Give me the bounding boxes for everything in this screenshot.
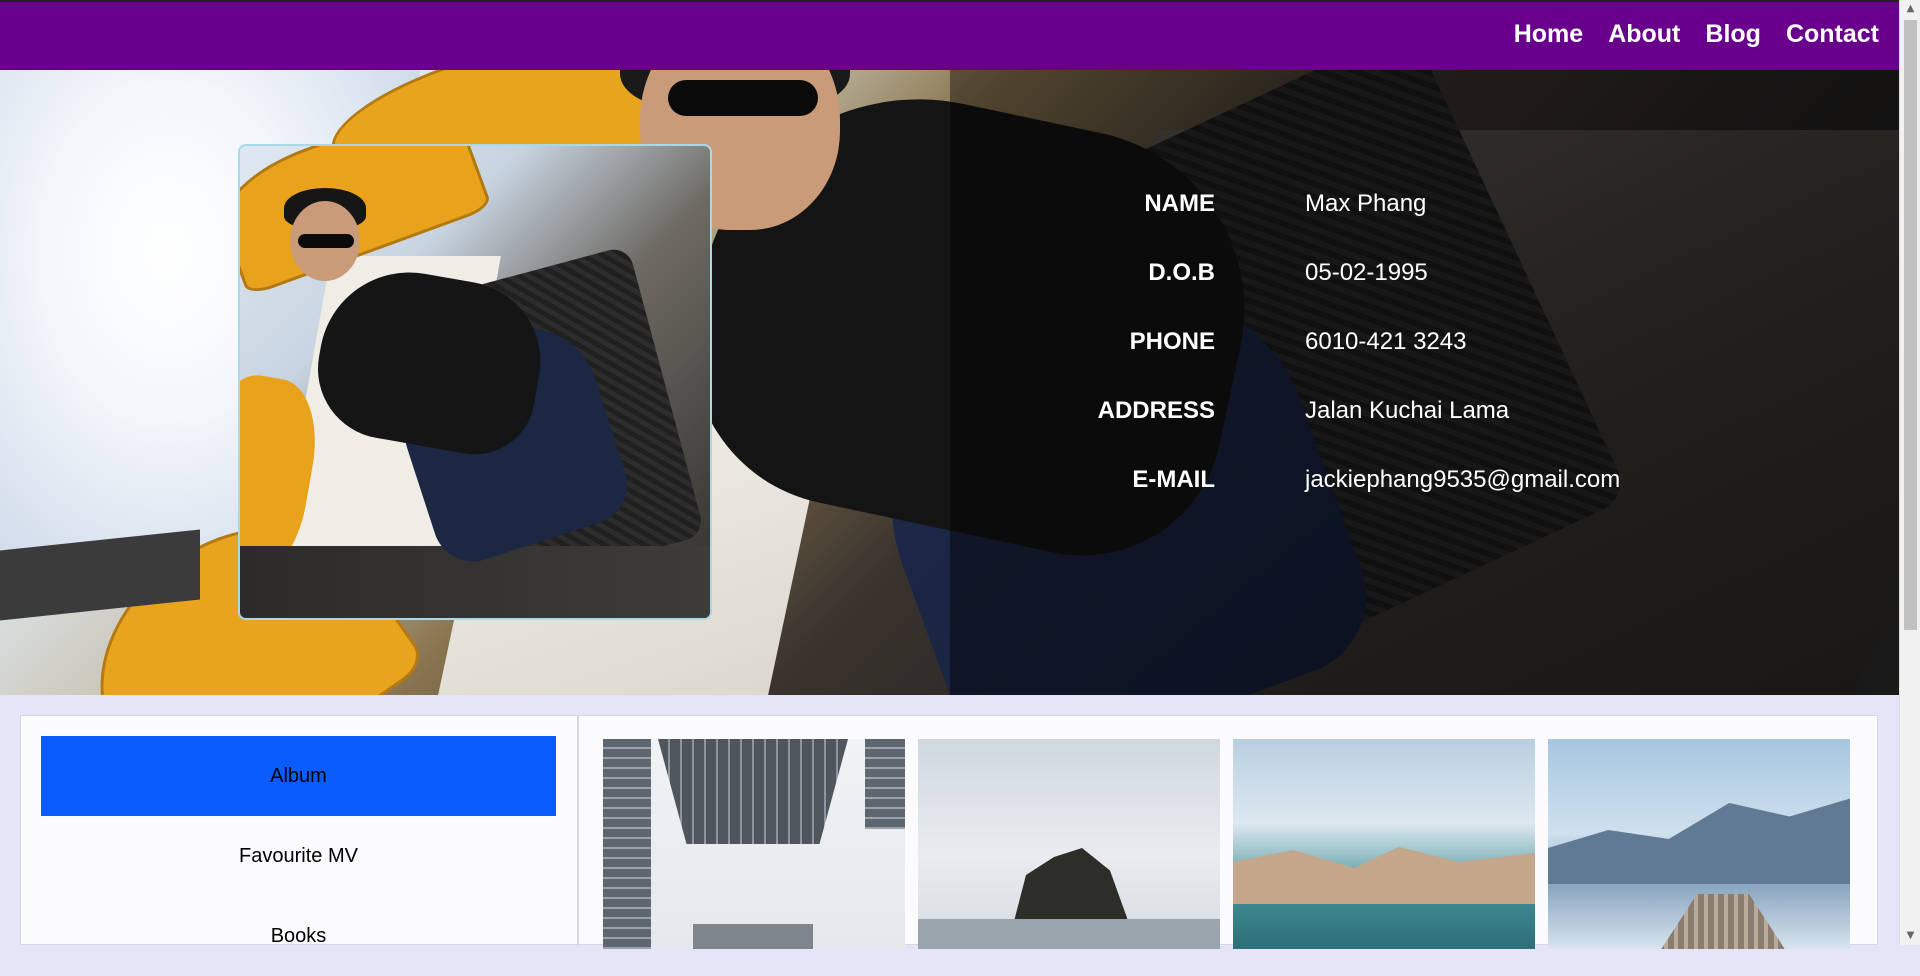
info-row-phone: PHONE 6010-421 3243 — [1000, 328, 1620, 397]
main-nav: Home About Blog Contact — [1514, 20, 1879, 49]
info-row-address: ADDRESS Jalan Kuchai Lama — [1000, 397, 1620, 466]
album-photo-cliffs[interactable] — [1233, 739, 1535, 949]
info-row-dob: D.O.B 05-02-1995 — [1000, 259, 1620, 328]
info-label: NAME — [1144, 190, 1215, 217]
sidebar-item-label: Favourite MV — [239, 844, 358, 867]
info-value: jackiephang9535@gmail.com — [1305, 466, 1621, 493]
info-row-name: NAME Max Phang — [1000, 190, 1620, 259]
content-panel: Album Favourite MV Books — [20, 715, 1878, 949]
nav-link-blog[interactable]: Blog — [1705, 20, 1761, 49]
info-label: D.O.B — [1148, 259, 1215, 286]
info-value: Jalan Kuchai Lama — [1305, 397, 1510, 424]
info-row-email: E-MAIL jackiephang9535@gmail.com — [1000, 466, 1620, 535]
scroll-down-icon[interactable]: ▼ — [1900, 927, 1920, 945]
sidebar-item-favourite-mv[interactable]: Favourite MV — [41, 816, 556, 896]
album-photo-lake[interactable] — [1548, 739, 1850, 949]
nav-link-contact[interactable]: Contact — [1786, 20, 1879, 49]
scroll-up-icon[interactable]: ▲ — [1900, 0, 1920, 18]
hero-background-person — [668, 80, 818, 116]
album-photo-rock[interactable] — [918, 739, 1220, 949]
profile-photo — [238, 144, 712, 620]
info-label: ADDRESS — [1097, 397, 1215, 424]
sidebar-item-books[interactable]: Books — [41, 896, 556, 976]
profile-info: NAME Max Phang D.O.B 05-02-1995 PHONE 60… — [1000, 190, 1621, 535]
info-label: E-MAIL — [1132, 466, 1215, 493]
nav-link-about[interactable]: About — [1608, 20, 1680, 49]
scrollbar-thumb[interactable] — [1904, 20, 1917, 630]
top-navbar: Home About Blog Contact — [0, 0, 1899, 70]
info-value: Max Phang — [1305, 190, 1427, 217]
info-value: 05-02-1995 — [1305, 259, 1428, 286]
album-photo-building[interactable] — [603, 739, 905, 949]
page-scrollbar[interactable]: ▲ ▼ — [1899, 0, 1920, 945]
category-sidebar: Album Favourite MV Books — [21, 716, 579, 947]
hero-banner: NAME Max Phang D.O.B 05-02-1995 PHONE 60… — [0, 70, 1899, 695]
info-value: 6010-421 3243 — [1305, 328, 1467, 355]
sidebar-item-album[interactable]: Album — [41, 736, 556, 816]
nav-link-home[interactable]: Home — [1514, 20, 1583, 49]
sidebar-item-label: Album — [270, 764, 327, 787]
sidebar-item-label: Books — [270, 924, 327, 947]
info-label: PHONE — [1129, 328, 1215, 355]
